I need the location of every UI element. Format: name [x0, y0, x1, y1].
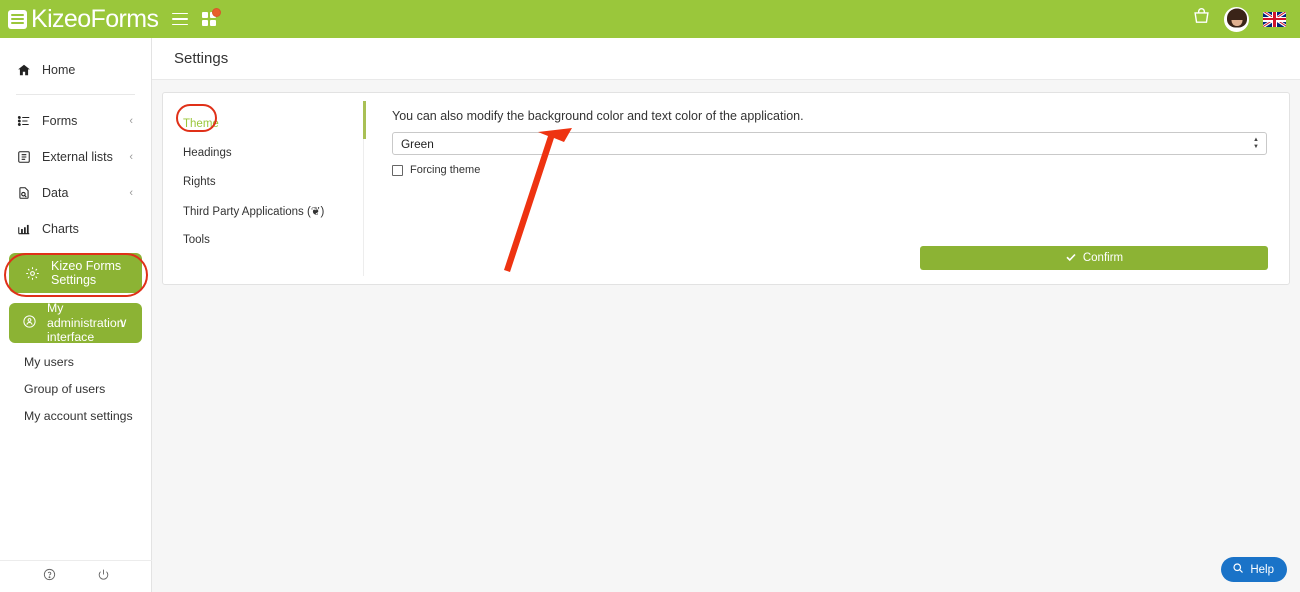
- tab-label-tools: Tools: [183, 233, 210, 246]
- notification-dot: [212, 7, 222, 17]
- tab-rights[interactable]: Rights: [183, 167, 363, 196]
- tab-label-third-party-applications: Third Party Applications (❦): [183, 205, 325, 218]
- chevron-left-icon-forms: ‹: [129, 115, 133, 127]
- theme-select[interactable]: Green ▲ ▼: [392, 132, 1267, 155]
- hamburger-menu-icon[interactable]: [172, 12, 189, 26]
- tab-tools[interactable]: Tools: [183, 225, 363, 254]
- main-content: Settings Theme Headings Rights Third Par…: [152, 38, 1300, 592]
- sidebar-item-charts[interactable]: Charts: [0, 211, 151, 247]
- sidebar-item-label-home: Home: [42, 63, 76, 77]
- logo-text-forms: Forms: [90, 4, 159, 33]
- logo-text: KizeoForms: [31, 4, 159, 33]
- sidebar-item-label-settings-line1: Kizeo Forms: [51, 258, 122, 273]
- page-header: Settings: [152, 38, 1300, 80]
- sidebar-item-my-account-settings[interactable]: My account settings: [0, 403, 151, 429]
- tab-headings[interactable]: Headings: [183, 138, 363, 167]
- sidebar-item-group-of-users[interactable]: Group of users: [0, 376, 151, 402]
- sidebar-item-label-charts: Charts: [42, 222, 79, 236]
- charts-bar-icon: [16, 222, 31, 236]
- theme-select-value: Green: [401, 136, 434, 151]
- sidebar: Home Forms ‹ External lists ‹ Data ‹ Cha…: [0, 38, 152, 592]
- apps-grid-icon[interactable]: [202, 7, 222, 27]
- home-icon: [16, 63, 31, 77]
- app-header: KizeoForms: [0, 0, 1300, 38]
- sidebar-item-data[interactable]: Data ‹: [0, 175, 151, 211]
- sidebar-item-forms[interactable]: Forms ‹: [0, 103, 151, 139]
- admin-user-icon: [22, 314, 37, 333]
- app-logo[interactable]: KizeoForms: [8, 4, 159, 33]
- forms-list-icon: [16, 114, 31, 128]
- sidebar-item-label-external-lists: External lists: [42, 150, 113, 164]
- logo-text-kizeo: Kizeo: [31, 4, 91, 33]
- help-circle-icon[interactable]: [43, 568, 56, 586]
- power-icon[interactable]: [97, 568, 110, 586]
- tab-label-rights: Rights: [183, 175, 216, 188]
- page-title: Settings: [174, 50, 229, 67]
- sidebar-admin-label-line1: My administration: [47, 300, 124, 330]
- sidebar-item-external-lists[interactable]: External lists ‹: [0, 139, 151, 175]
- settings-panel: Theme Headings Rights Third Party Applic…: [162, 92, 1290, 285]
- checkmark-icon: [1065, 251, 1077, 266]
- forcing-theme-row: Forcing theme: [392, 164, 1267, 176]
- data-document-icon: [16, 186, 31, 200]
- tab-theme[interactable]: Theme: [183, 109, 363, 138]
- sidebar-item-kizeo-forms-settings[interactable]: Kizeo Forms Settings: [9, 253, 142, 293]
- theme-form: You can also modify the background color…: [364, 93, 1289, 284]
- tab-label-headings: Headings: [183, 146, 232, 159]
- tab-label-theme: Theme: [183, 117, 219, 130]
- select-spinner-icon: ▲ ▼: [1253, 136, 1259, 150]
- chevron-down-icon-admin: ∨: [118, 315, 128, 331]
- sidebar-item-my-administration-interface[interactable]: My administration interface ∨: [9, 300, 142, 345]
- confirm-button[interactable]: Confirm: [920, 246, 1268, 270]
- sidebar-item-my-users[interactable]: My users: [0, 349, 151, 375]
- sidebar-item-label-settings-line2: Settings: [51, 273, 97, 287]
- sidebar-footer: [0, 560, 152, 592]
- confirm-button-label: Confirm: [1082, 252, 1124, 264]
- sidebar-item-label-data: Data: [42, 186, 69, 200]
- sidebar-sub-label-group-of-users: Group of users: [24, 382, 106, 396]
- sidebar-divider: [16, 94, 135, 95]
- help-button-label: Help: [1250, 563, 1274, 576]
- sidebar-admin-label-line2: interface: [47, 330, 95, 345]
- sidebar-sub-label-my-users: My users: [24, 355, 74, 369]
- user-avatar[interactable]: [1224, 6, 1249, 32]
- tab-third-party-applications[interactable]: Third Party Applications (❦): [183, 196, 363, 225]
- help-button[interactable]: Help: [1221, 557, 1287, 582]
- external-list-icon: [16, 150, 31, 164]
- chevron-left-icon-external-lists: ‹: [129, 151, 133, 163]
- search-icon: [1232, 562, 1244, 577]
- uk-flag-icon[interactable]: [1263, 11, 1286, 27]
- sidebar-sub-label-my-account-settings: My account settings: [24, 409, 133, 423]
- gear-icon: [25, 266, 40, 281]
- logo-mark-icon: [8, 9, 27, 29]
- chevron-left-icon-data: ‹: [129, 187, 133, 199]
- shopping-basket-icon[interactable]: [1193, 8, 1210, 30]
- forcing-theme-checkbox[interactable]: [392, 164, 403, 176]
- forcing-theme-label: Forcing theme: [410, 164, 481, 176]
- sidebar-item-label-forms: Forms: [42, 114, 78, 128]
- sidebar-item-home[interactable]: Home: [0, 52, 151, 88]
- theme-description: You can also modify the background color…: [392, 109, 804, 123]
- settings-tab-list: Theme Headings Rights Third Party Applic…: [163, 93, 363, 284]
